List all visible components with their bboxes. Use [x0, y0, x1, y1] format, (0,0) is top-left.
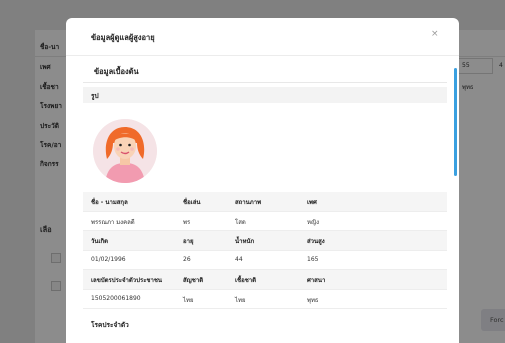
close-icon[interactable]: ×	[431, 30, 439, 39]
modal-header: ข้อมูลผู้ดูแลผู้สูงอายุ ×	[66, 18, 459, 56]
table-header-cell-col-3: น้ำหนัก	[235, 238, 255, 245]
table-cell-col-4: พุทธ	[307, 296, 319, 304]
table-header-cell-col-4: เพศ	[307, 199, 317, 206]
table-cell-col-1: พรรณภา มงคลดี	[91, 218, 135, 226]
table-cell-col-1: 1505200061890	[91, 294, 141, 302]
table-cell-col-2: 26	[183, 255, 191, 263]
table-header-cell-col-1: วันเกิด	[91, 238, 109, 245]
table-header-cell-col-4: ศาสนา	[307, 277, 326, 284]
table-cell-col-4: 165	[307, 255, 319, 263]
section-divider	[83, 82, 447, 83]
scrollbar-thumb[interactable]	[454, 68, 457, 176]
table-row: พรรณภา มงคลดี พร โสด หญิง	[83, 212, 447, 231]
table-cell-col-3: 44	[235, 255, 243, 263]
table-header-cell-col-2: ชื่อเล่น	[183, 199, 201, 206]
table-row: 01/02/1996 26 44 165	[83, 251, 447, 270]
photo-section-label: รูป	[83, 87, 447, 103]
table-header-cell-col-3: เชื้อชาติ	[235, 277, 257, 284]
table-cell-col-3: โสด	[235, 218, 246, 226]
table-cell-col-2: พร	[183, 218, 191, 226]
table-cell-col-4: หญิง	[307, 218, 319, 226]
table-cell-col-1: 01/02/1996	[91, 255, 126, 263]
table-header-cell-col-2: อายุ	[183, 238, 194, 245]
table-header-row: เลขบัตรประจำตัวประชาชน สัญชาติ เชื้อชาติ ศา…	[83, 270, 447, 290]
disease-section-label: โรคประจำตัว	[83, 316, 447, 332]
info-table: ชื่อ - นามสกุล ชื่อเล่น สถานภาพ เพศพรรณภา ม…	[83, 192, 447, 309]
table-header-cell-col-1: เลขบัตรประจำตัวประชาชน	[91, 277, 163, 284]
caregiver-info-modal: ข้อมูลผู้ดูแลผู้สูงอายุ × ข้อมูลเบื้องต้…	[66, 18, 459, 343]
table-header-row: ชื่อ - นามสกุล ชื่อเล่น สถานภาพ เพศ	[83, 192, 447, 212]
modal-title: ข้อมูลผู้ดูแลผู้สูงอายุ	[91, 33, 155, 42]
table-cell-col-2: ไทย	[183, 296, 194, 304]
table-cell-col-3: ไทย	[235, 296, 246, 304]
table-header-cell-col-4: ส่วนสูง	[307, 238, 325, 245]
person-avatar-icon	[93, 119, 157, 183]
table-header-row: วันเกิด อายุ น้ำหนัก ส่วนสูง	[83, 231, 447, 251]
section-title: ข้อมูลเบื้องต้น	[94, 67, 139, 76]
table-header-cell-col-3: สถานภาพ	[235, 199, 262, 206]
table-header-cell-col-1: ชื่อ - นามสกุล	[91, 199, 128, 206]
table-row: 1505200061890 ไทย ไทย พุทธ	[83, 290, 447, 309]
table-header-cell-col-2: สัญชาติ	[183, 277, 204, 284]
